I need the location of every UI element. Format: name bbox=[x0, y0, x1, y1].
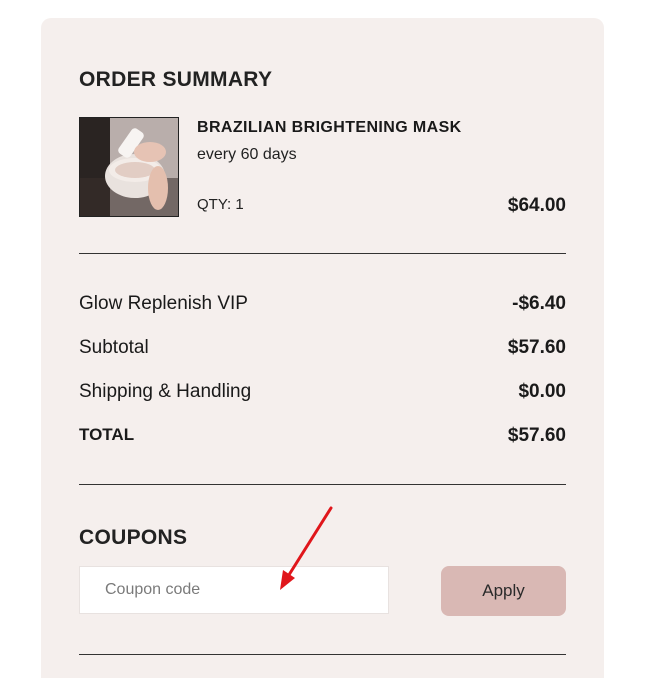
order-summary-title: ORDER SUMMARY bbox=[79, 68, 273, 91]
total-row: TOTAL $57.60 bbox=[79, 425, 566, 447]
product-image bbox=[79, 117, 179, 217]
product-name[interactable]: BRAZILIAN BRIGHTENING MASK bbox=[197, 119, 462, 137]
shipping-row: Shipping & Handling $0.00 bbox=[79, 381, 566, 403]
total-value: $57.60 bbox=[507, 425, 566, 446]
divider bbox=[79, 484, 566, 485]
product-thumbnail-graphic bbox=[80, 118, 178, 216]
subtotal-row: Subtotal $57.60 bbox=[79, 337, 566, 359]
divider bbox=[79, 253, 566, 254]
shipping-value: $0.00 bbox=[518, 381, 566, 402]
subtotal-value: $57.60 bbox=[507, 337, 566, 358]
discount-label: Glow Replenish VIP bbox=[79, 293, 248, 314]
coupons-title: COUPONS bbox=[79, 526, 188, 549]
product-quantity: QTY: 1 bbox=[197, 196, 244, 213]
discount-value: -$6.40 bbox=[512, 293, 566, 314]
total-label: TOTAL bbox=[79, 425, 135, 444]
shipping-label: Shipping & Handling bbox=[79, 381, 252, 402]
product-price: $64.00 bbox=[507, 195, 566, 216]
order-summary-card: ORDER SUMMARY BRAZILIAN BRIGHTENING MASK… bbox=[41, 18, 604, 678]
apply-coupon-button[interactable]: Apply bbox=[441, 566, 566, 616]
discount-row: Glow Replenish VIP -$6.40 bbox=[79, 293, 566, 315]
coupon-code-input[interactable] bbox=[79, 566, 389, 614]
subtotal-label: Subtotal bbox=[79, 337, 149, 358]
divider bbox=[79, 654, 566, 655]
subscription-frequency: every 60 days bbox=[197, 146, 297, 163]
